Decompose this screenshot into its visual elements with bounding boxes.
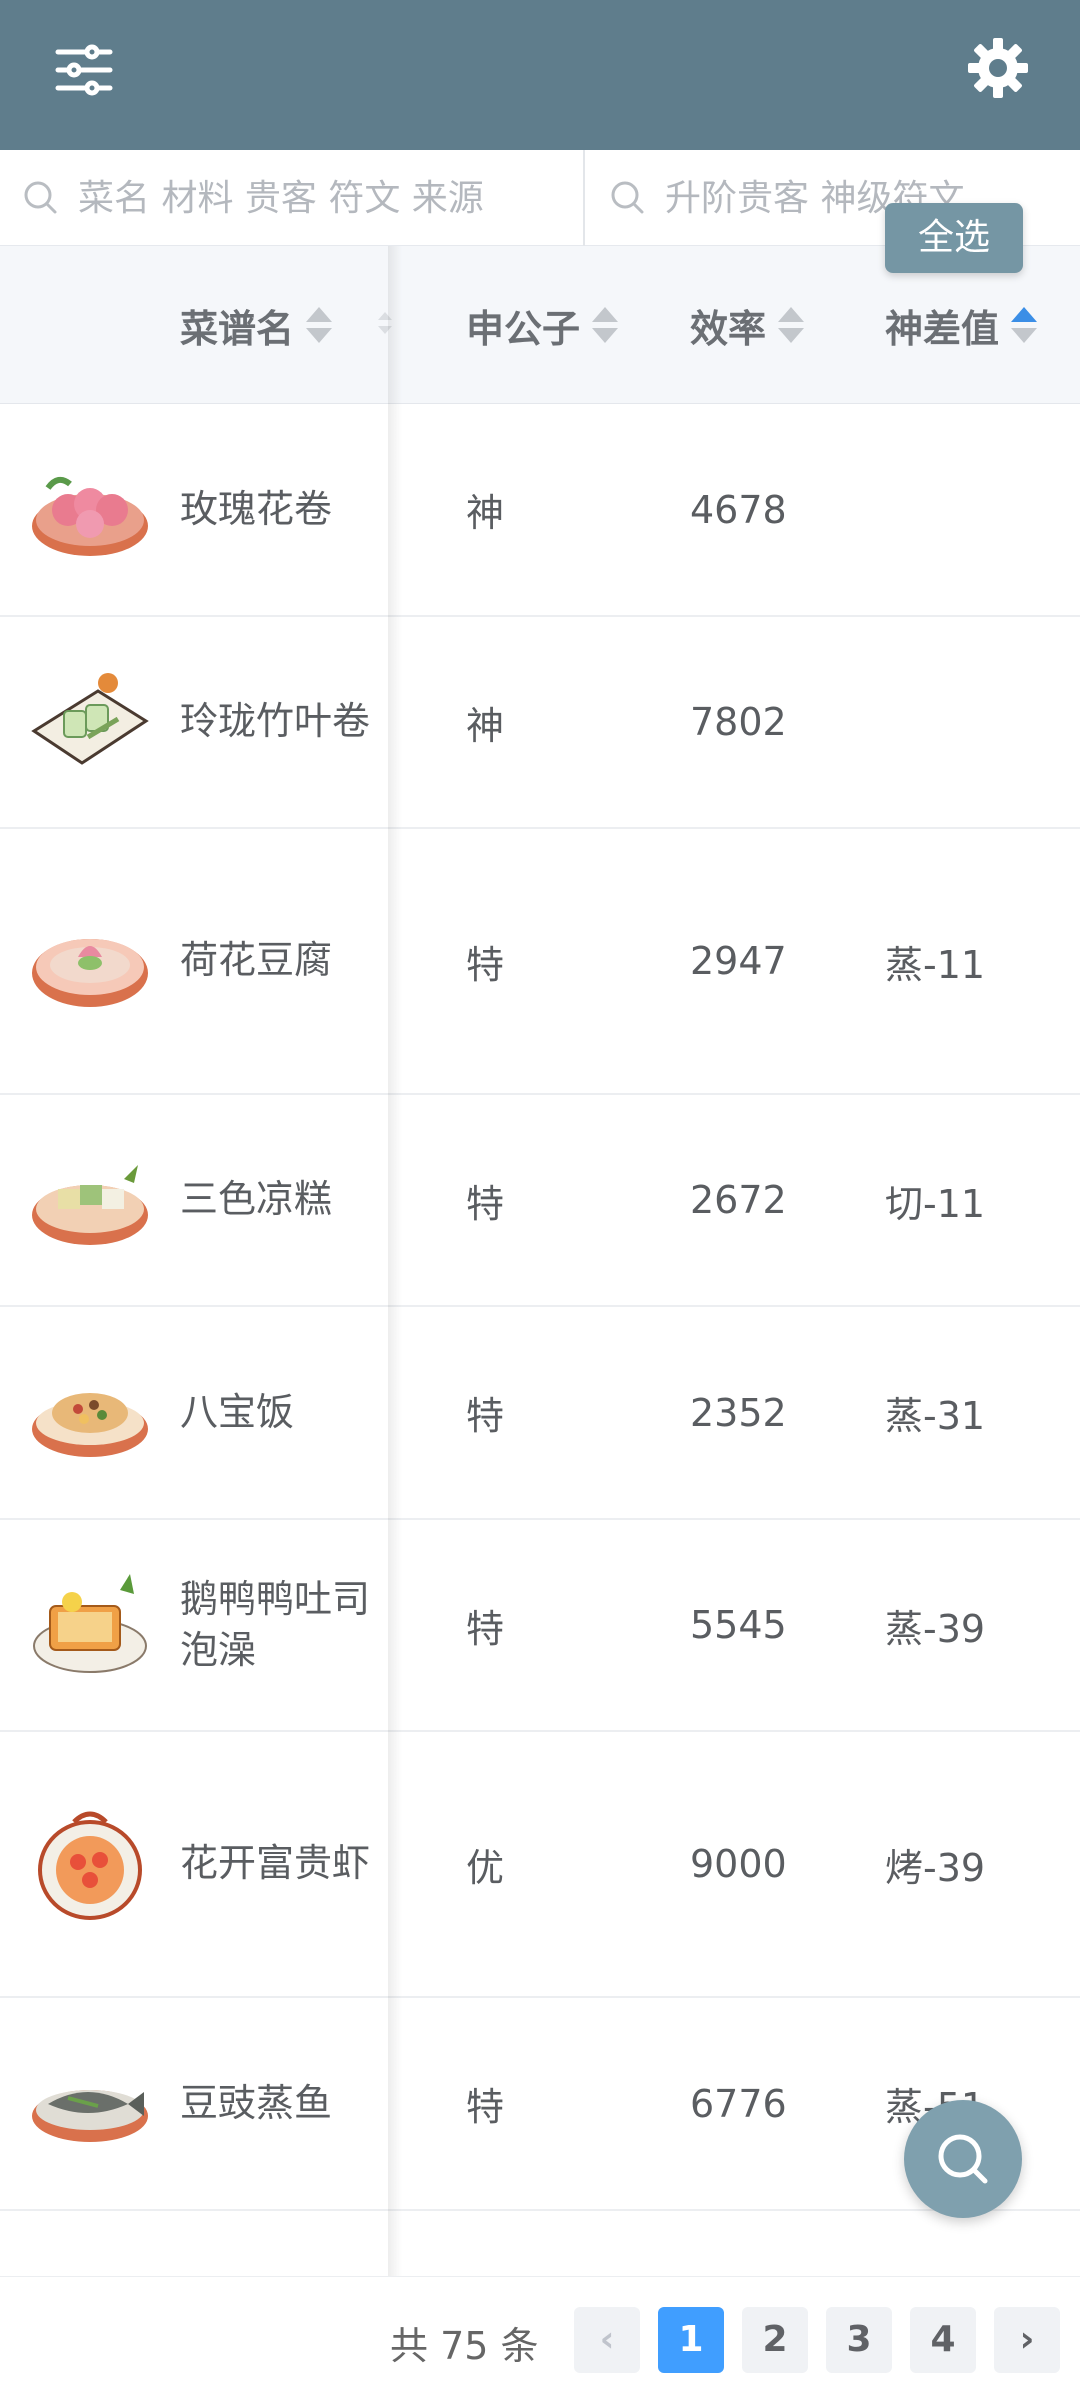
rank-value: 特 <box>466 942 505 987</box>
recipe-search-box <box>0 150 585 246</box>
table-row[interactable]: 花开富贵虾 优 9000 烤-39 <box>0 1732 1080 1998</box>
column-header-label: 神差值 <box>885 306 1000 351</box>
efficiency-value: 6776 <box>690 2081 787 2126</box>
column-header-label: 申公子 <box>466 306 581 351</box>
recipe-name: 玫瑰花卷 <box>180 486 333 531</box>
steamed-fish-dish-icon <box>32 2090 148 2142</box>
page-1-button[interactable]: 1 <box>658 2307 724 2373</box>
tricolor-cake-dish-icon <box>32 1165 148 1245</box>
recipe-name: 三色凉糕 <box>180 1177 333 1222</box>
page-3-button[interactable]: 3 <box>826 2307 892 2373</box>
recipe-table-body: 玫瑰花卷 神 4678 玲珑竹叶卷 神 7802 荷花豆腐 特 2947 蒸-1… <box>0 404 1080 2211</box>
difference-value: 切-11 <box>885 1181 986 1226</box>
column-header-label: 效率 <box>690 306 767 351</box>
top-app-bar <box>0 0 1080 150</box>
recipe-name: 荷花豆腐 <box>180 938 333 983</box>
page-2-button[interactable]: 2 <box>742 2307 808 2373</box>
settings-gear-icon[interactable] <box>964 34 1032 102</box>
sort-icon[interactable] <box>778 305 805 345</box>
search-icon <box>611 181 644 214</box>
recipe-search-input[interactable] <box>78 177 518 219</box>
sort-icon[interactable] <box>306 305 333 345</box>
rank-value: 优 <box>466 1845 505 1890</box>
rank-value: 特 <box>466 1181 505 1226</box>
filter-menu-icon[interactable] <box>52 38 116 102</box>
column-header-label: 菜谱名 <box>180 306 295 351</box>
table-row[interactable]: 三色凉糕 特 2672 切-11 <box>0 1095 1080 1307</box>
table-row[interactable]: 玲珑竹叶卷 神 7802 <box>0 617 1080 829</box>
rank-value: 特 <box>466 1606 505 1651</box>
rank-value: 特 <box>466 1394 505 1438</box>
total-count: 共 75 条 <box>390 2324 539 2368</box>
recipe-name: 八宝饭 <box>180 1389 295 1434</box>
rose-roll-dish-icon <box>32 476 148 556</box>
rank-value: 神 <box>466 703 505 748</box>
efficiency-value: 4678 <box>690 487 787 532</box>
next-page-button[interactable]: › <box>994 2307 1060 2373</box>
recipe-name: 玲珑竹叶卷 <box>180 699 371 744</box>
select-all-button[interactable]: 全选 <box>885 203 1023 273</box>
search-icon <box>24 181 57 214</box>
floating-search-button[interactable] <box>904 2100 1022 2218</box>
fixed-column-shadow <box>388 246 402 2276</box>
recipe-name: 豆豉蒸鱼 <box>180 2080 333 2125</box>
efficiency-value: 2352 <box>690 1390 787 1435</box>
eight-treasure-rice-dish-icon <box>32 1393 148 1457</box>
table-row[interactable]: 玫瑰花卷 神 4678 <box>0 404 1080 617</box>
efficiency-value: 2672 <box>690 1178 787 1222</box>
blooming-shrimp-dish-icon <box>38 1811 142 1920</box>
column-header-rank[interactable]: 申公子 <box>466 246 619 404</box>
efficiency-value: 7802 <box>690 700 787 744</box>
efficiency-value: 9000 <box>690 1842 787 1886</box>
lotus-tofu-dish-icon <box>32 939 148 1007</box>
page-4-button[interactable]: 4 <box>910 2307 976 2373</box>
pagination-bar: 共 75 条 ‹ 1 2 3 4 › <box>0 2276 1080 2400</box>
table-row[interactable]: 八宝饭 特 2352 蒸-31 <box>0 1307 1080 1520</box>
difference-value: 蒸-31 <box>885 1394 986 1438</box>
difference-value: 蒸-39 <box>885 1606 986 1651</box>
duck-toast-dish-icon <box>33 1574 147 1673</box>
table-row[interactable]: 鹅鸭鸭吐司泡澡 特 5545 蒸-39 <box>0 1520 1080 1732</box>
efficiency-value: 2947 <box>690 939 787 983</box>
recipe-name: 鹅鸭鸭吐司泡澡 <box>180 1576 371 1672</box>
table-row[interactable]: 荷花豆腐 特 2947 蒸-11 <box>0 829 1080 1095</box>
difference-value: 蒸-11 <box>885 942 986 987</box>
sort-ascending-icon[interactable] <box>1011 305 1038 345</box>
column-header-efficiency[interactable]: 效率 <box>690 246 805 404</box>
difference-value: 烤-39 <box>885 1845 986 1890</box>
bamboo-leaf-roll-dish-icon <box>31 673 149 765</box>
column-header-recipe-name[interactable]: 菜谱名 <box>180 246 333 404</box>
search-icon <box>938 2134 988 2184</box>
rank-value: 神 <box>466 491 505 535</box>
efficiency-value: 5545 <box>690 1603 787 1647</box>
rank-value: 特 <box>466 2085 505 2129</box>
sort-icon[interactable] <box>592 305 619 345</box>
prev-page-button[interactable]: ‹ <box>574 2307 640 2373</box>
recipe-name: 花开富贵虾 <box>180 1841 371 1886</box>
